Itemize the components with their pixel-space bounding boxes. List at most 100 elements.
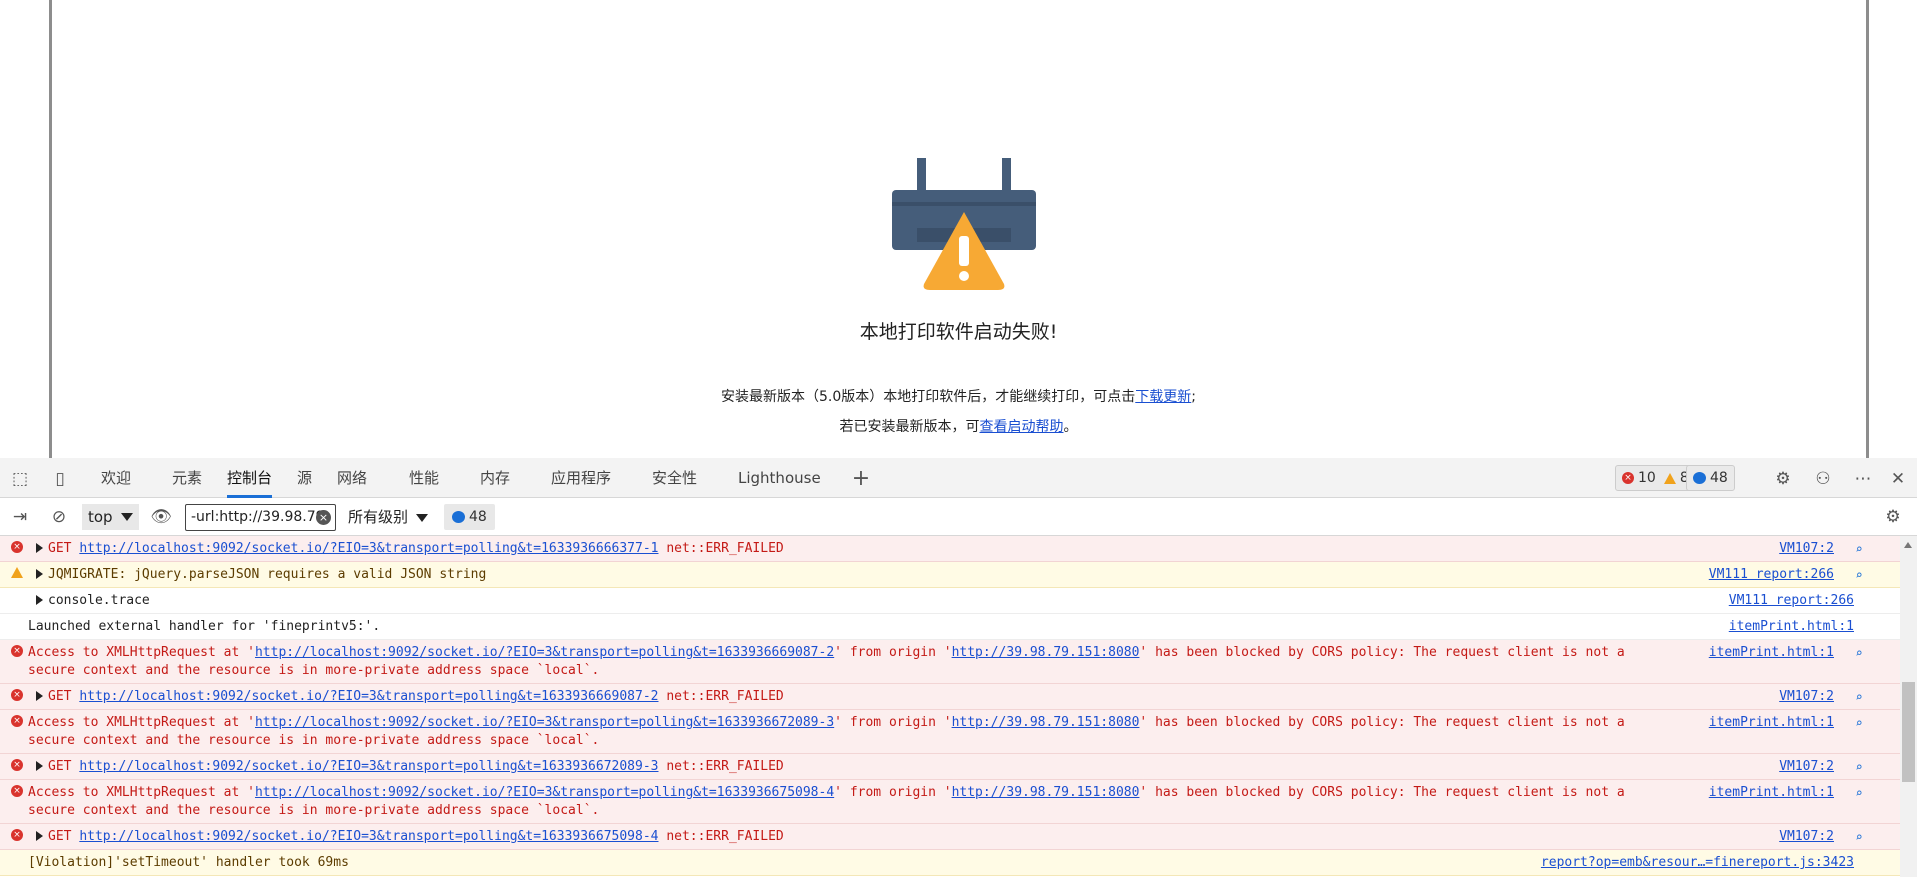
console-scrollbar[interactable] xyxy=(1900,536,1917,877)
console-message-text: console.trace xyxy=(0,588,1900,613)
error-icon: × xyxy=(11,759,23,771)
message-counter[interactable]: 48 xyxy=(1686,465,1735,491)
message-content: Launched external handler for 'fineprint… xyxy=(28,619,381,634)
expand-arrow-icon[interactable] xyxy=(36,543,43,553)
search-icon[interactable]: ⌕ xyxy=(1852,716,1866,730)
request-url-link[interactable]: http://localhost:9092/socket.io/?EIO=3&t… xyxy=(79,541,658,556)
console-filter-input[interactable]: -url:http://39.98.79 xyxy=(185,504,336,531)
request-url-link[interactable]: http://localhost:9092/socket.io/?EIO=3&t… xyxy=(255,785,834,800)
error-code: net::ERR_FAILED xyxy=(658,829,784,844)
console-row: × GET http://localhost:9092/socket.io/?EI… xyxy=(0,536,1900,562)
tab-welcome[interactable]: 欢迎 xyxy=(101,458,131,498)
request-method: GET xyxy=(48,829,80,844)
tab-elements[interactable]: 元素 xyxy=(172,458,202,498)
tab-performance[interactable]: 性能 xyxy=(409,458,439,498)
console-settings-gear-icon[interactable]: ⚙ xyxy=(1882,506,1904,528)
origin-url-link[interactable]: http://39.98.79.151:8080 xyxy=(952,645,1140,660)
more-options-icon[interactable]: ⋯ xyxy=(1852,468,1874,490)
expand-arrow-icon[interactable] xyxy=(36,761,43,771)
source-location-link[interactable]: itemPrint.html:1 xyxy=(1709,714,1834,732)
error-count: 10 xyxy=(1638,470,1656,486)
tab-console[interactable]: 控制台 xyxy=(227,458,273,498)
cors-message-part: Access to XMLHttpRequest at ' xyxy=(28,785,255,800)
cors-message-part: Access to XMLHttpRequest at ' xyxy=(28,715,255,730)
source-location-link[interactable]: itemPrint.html:1 xyxy=(1709,784,1834,802)
origin-url-link[interactable]: http://39.98.79.151:8080 xyxy=(952,715,1140,730)
inspect-element-icon[interactable]: ⬚ xyxy=(9,468,31,490)
chevron-down-icon xyxy=(416,513,429,522)
log-levels-dropdown[interactable]: 所有级别 xyxy=(348,504,429,530)
console-toolbar: ⇥ ⊘ top 👁 -url:http://39.98.79 × 所有级别 48… xyxy=(0,498,1917,536)
device-emulation-icon[interactable]: ▯ xyxy=(49,468,71,490)
console-message-text: GET http://localhost:9092/socket.io/?EIO… xyxy=(0,824,1900,849)
help-instruction-text: 若已安装最新版本，可 xyxy=(839,419,980,435)
cors-message-part: Access to XMLHttpRequest at ' xyxy=(28,645,255,660)
console-row: × Access to XMLHttpRequest at 'http://loc… xyxy=(0,780,1900,824)
scrollbar-thumb[interactable] xyxy=(1902,682,1915,782)
request-url-link[interactable]: http://localhost:9092/socket.io/?EIO=3&t… xyxy=(79,759,658,774)
search-icon[interactable]: ⌕ xyxy=(1852,830,1866,844)
search-icon[interactable]: ⌕ xyxy=(1852,542,1866,556)
error-code: net::ERR_FAILED xyxy=(658,689,784,704)
source-location-link[interactable]: itemPrint.html:1 xyxy=(1709,644,1834,662)
console-row: [Violation]'setTimeout' handler took 69m… xyxy=(0,850,1900,876)
search-icon[interactable]: ⌕ xyxy=(1852,786,1866,800)
tab-application[interactable]: 应用程序 xyxy=(551,458,611,498)
source-location-link[interactable]: VM107:2 xyxy=(1779,688,1834,706)
request-url-link[interactable]: http://localhost:9092/socket.io/?EIO=3&t… xyxy=(255,645,834,660)
scroll-up-arrow-icon[interactable] xyxy=(1904,542,1912,548)
source-location-link[interactable]: VM107:2 xyxy=(1779,540,1834,558)
search-icon[interactable]: ⌕ xyxy=(1852,690,1866,704)
search-icon[interactable]: ⌕ xyxy=(1852,568,1866,582)
source-location-link[interactable]: itemPrint.html:1 xyxy=(1729,618,1854,636)
download-update-link[interactable]: 下载更新 xyxy=(1135,389,1191,405)
tab-network[interactable]: 网络 xyxy=(337,458,367,498)
more-tabs-plus-icon[interactable]: + xyxy=(850,468,872,490)
console-message-count[interactable]: 48 xyxy=(444,504,495,530)
warning-icon xyxy=(11,567,23,578)
search-icon[interactable]: ⌕ xyxy=(1852,646,1866,660)
context-select[interactable]: top xyxy=(82,504,139,530)
search-icon[interactable]: ⌕ xyxy=(1852,760,1866,774)
help-instruction: 若已安装最新版本，可查看启动帮助。 xyxy=(0,416,1917,436)
expand-arrow-icon[interactable] xyxy=(36,691,43,701)
tab-memory[interactable]: 内存 xyxy=(480,458,510,498)
message-count: 48 xyxy=(1710,470,1728,486)
error-icon: × xyxy=(11,689,23,701)
expand-arrow-icon[interactable] xyxy=(36,569,43,579)
clear-filter-icon[interactable]: × xyxy=(316,510,331,525)
feedback-icon[interactable]: ⚇ xyxy=(1812,468,1834,490)
tab-lighthouse[interactable]: Lighthouse xyxy=(738,458,821,498)
sidebar-toggle-icon[interactable]: ⇥ xyxy=(9,506,31,528)
tab-sources[interactable]: 源 xyxy=(297,458,312,498)
console-row: × GET http://localhost:9092/socket.io/?EI… xyxy=(0,754,1900,780)
console-message-text: Access to XMLHttpRequest at 'http://loca… xyxy=(0,780,1900,823)
close-devtools-icon[interactable]: ✕ xyxy=(1887,468,1909,490)
clear-console-icon[interactable]: ⊘ xyxy=(48,506,70,528)
error-icon: × xyxy=(11,541,23,553)
expand-arrow-icon[interactable] xyxy=(36,595,43,605)
source-location-link[interactable]: VM107:2 xyxy=(1779,758,1834,776)
console-message-text: Access to XMLHttpRequest at 'http://loca… xyxy=(0,710,1900,753)
request-url-link[interactable]: http://localhost:9092/socket.io/?EIO=3&t… xyxy=(79,689,658,704)
source-location-link[interactable]: VM111 report:266 xyxy=(1709,566,1834,584)
source-location-link[interactable]: VM111 report:266 xyxy=(1729,592,1854,610)
request-method: GET xyxy=(48,759,80,774)
tab-security[interactable]: 安全性 xyxy=(652,458,697,498)
issue-counter[interactable]: × 10 8 xyxy=(1615,465,1696,491)
expand-arrow-icon[interactable] xyxy=(36,831,43,841)
origin-url-link[interactable]: http://39.98.79.151:8080 xyxy=(952,785,1140,800)
request-url-link[interactable]: http://localhost:9092/socket.io/?EIO=3&t… xyxy=(79,829,658,844)
request-method: GET xyxy=(48,541,80,556)
source-location-link[interactable]: VM107:2 xyxy=(1779,828,1834,846)
install-instruction-end: ; xyxy=(1191,389,1196,405)
settings-gear-icon[interactable]: ⚙ xyxy=(1772,468,1794,490)
startup-help-link[interactable]: 查看启动帮助 xyxy=(980,419,1064,435)
message-content: JQMIGRATE: jQuery.parseJSON requires a v… xyxy=(48,567,487,582)
source-location-link[interactable]: report?op=emb&resour…=finereport.js:3423 xyxy=(1541,854,1854,872)
live-expression-eye-icon[interactable]: 👁 xyxy=(150,506,172,528)
request-method: GET xyxy=(48,689,80,704)
console-row: × GET http://localhost:9092/socket.io/?EI… xyxy=(0,684,1900,710)
chevron-down-icon xyxy=(121,513,133,521)
request-url-link[interactable]: http://localhost:9092/socket.io/?EIO=3&t… xyxy=(255,715,834,730)
